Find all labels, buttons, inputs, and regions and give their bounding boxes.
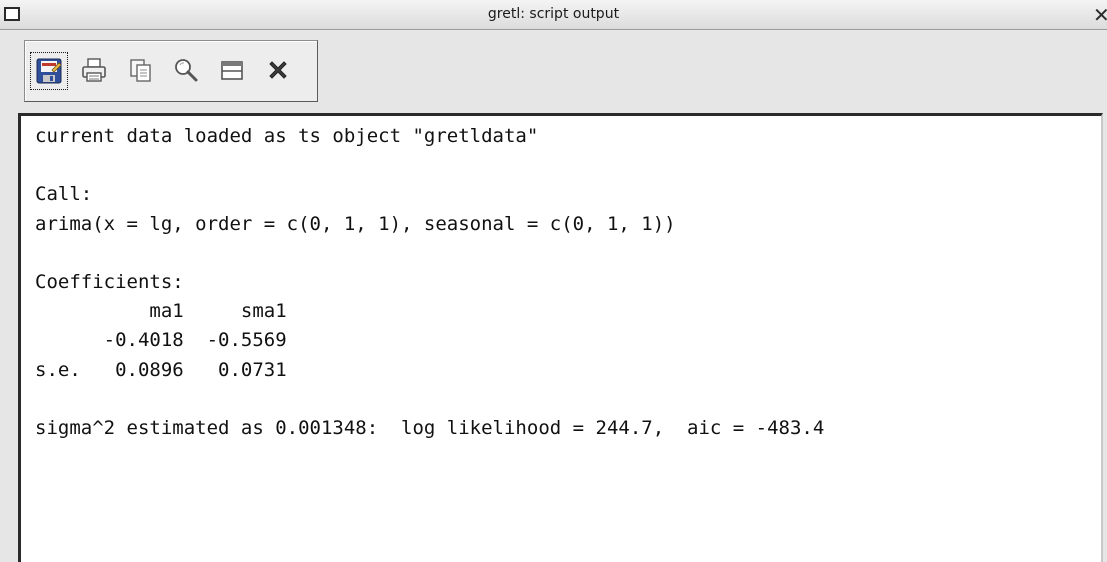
window-close-button[interactable]: ✕ bbox=[1093, 2, 1107, 28]
find-button[interactable] bbox=[168, 52, 206, 90]
find-icon bbox=[175, 59, 198, 82]
window-button[interactable] bbox=[214, 52, 252, 90]
copy-button[interactable] bbox=[122, 52, 160, 90]
copy-icon bbox=[130, 59, 151, 82]
output-line: -0.4018 -0.5569 bbox=[35, 329, 287, 352]
window-icon bbox=[221, 61, 243, 80]
output-line: arima(x = lg, order = c(0, 1, 1), season… bbox=[35, 212, 676, 235]
close-button[interactable] bbox=[260, 52, 298, 90]
save-as-button[interactable] bbox=[30, 52, 68, 90]
print-icon bbox=[82, 58, 106, 82]
output-text: current data loaded as ts object "gretld… bbox=[35, 122, 824, 443]
output-line: current data loaded as ts object "gretld… bbox=[35, 125, 539, 147]
title-bar[interactable]: gretl: script output ✕ bbox=[0, 0, 1107, 30]
close-icon bbox=[269, 61, 287, 79]
output-line: Coefficients: bbox=[35, 271, 184, 294]
print-button[interactable] bbox=[76, 52, 114, 90]
output-line: s.e. 0.0896 0.0731 bbox=[35, 358, 287, 381]
toolbar bbox=[24, 40, 318, 102]
script-output-window: gretl: script output ✕ current data load… bbox=[0, 0, 1107, 562]
script-output-text-area[interactable]: current data loaded as ts object "gretld… bbox=[18, 113, 1103, 562]
window-title: gretl: script output bbox=[487, 6, 620, 22]
output-line: Call: bbox=[35, 183, 93, 206]
output-line: sigma^2 estimated as 0.001348: log likel… bbox=[35, 417, 825, 440]
output-line: ma1 sma1 bbox=[35, 300, 287, 323]
save-as-icon bbox=[36, 58, 62, 84]
